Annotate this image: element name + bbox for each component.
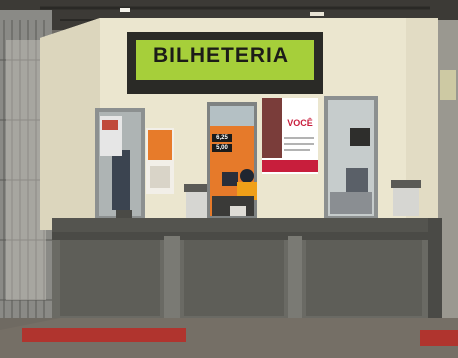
counter-top	[52, 218, 428, 232]
tactile-strip	[22, 328, 186, 342]
ticket-office-photo: BILHETERIA 6,25 5,00 VOCÊ	[0, 0, 458, 358]
price-label-top: 6,25	[212, 134, 232, 142]
trash-bin	[393, 184, 419, 216]
ceiling-light	[120, 8, 130, 12]
counter-pillar	[164, 236, 180, 320]
trash-bin	[186, 188, 208, 220]
computer-monitor	[222, 172, 238, 186]
poster-headline: VOCÊ	[287, 118, 313, 128]
sign-title: BILHETERIA	[153, 44, 289, 67]
tactile-strip	[420, 330, 458, 346]
price-label-bottom: 5,00	[212, 144, 232, 152]
counter-pillar	[288, 236, 302, 320]
clerk	[240, 169, 254, 183]
ceiling-light	[310, 12, 324, 16]
